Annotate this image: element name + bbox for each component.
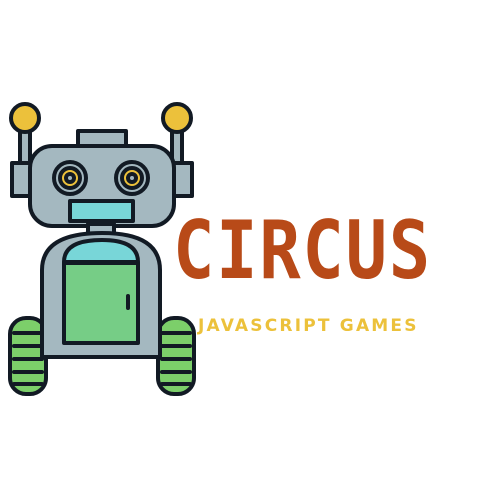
robot-dome [62,238,140,264]
robot-mouth [68,199,135,223]
brand-title: CIRCUS [173,204,432,297]
left-eye [52,160,88,196]
right-wheel [156,316,196,396]
right-eye [114,160,150,196]
logo-canvas: CIRCUS JAVASCRIPT GAMES [0,0,500,500]
brand-tagline: JAVASCRIPT GAMES [198,316,419,336]
